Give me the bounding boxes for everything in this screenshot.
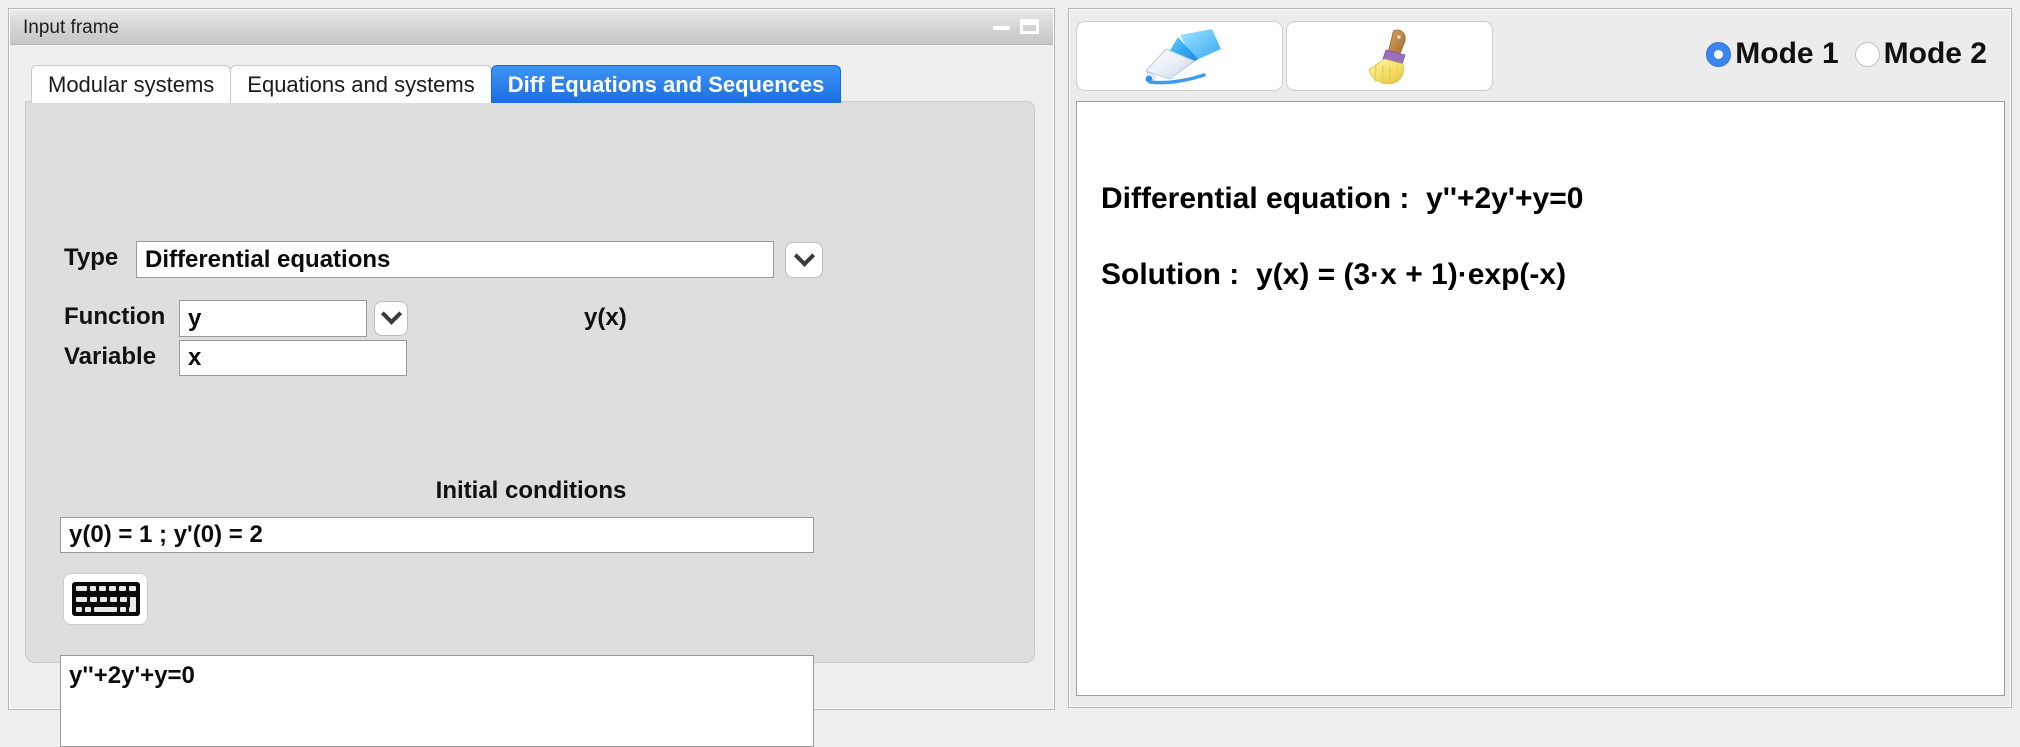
type-dropdown-button[interactable] — [785, 242, 823, 278]
type-label: Type — [64, 244, 119, 271]
chevron-down-icon — [380, 303, 402, 325]
initial-conditions-input[interactable]: y(0) = 1 ; y'(0) = 2 — [60, 517, 814, 553]
tab-modular-systems[interactable]: Modular systems — [31, 65, 232, 103]
tab-equations-and-systems[interactable]: Equations and systems — [230, 65, 492, 103]
output-line-solution: Solution : y(x) = (3·x + 1)·exp(-x) — [1101, 258, 1567, 291]
input-frame-titlebar: Input frame — [10, 10, 1053, 45]
function-input[interactable]: y — [179, 300, 367, 337]
function-display-label: y(x) — [584, 304, 627, 331]
chevron-down-icon — [793, 245, 815, 267]
output-line-equation: Differential equation : y''+2y'+y=0 — [1101, 182, 1584, 215]
variable-input[interactable]: x — [179, 340, 407, 376]
output-text-area: Differential equation : y''+2y'+y=0 Solu… — [1076, 101, 2005, 696]
virtual-keyboard-button[interactable] — [63, 573, 148, 625]
tab-strip: Modular systems Equations and systems Di… — [31, 65, 842, 103]
input-frame-window: Input frame Modular systems Equations an… — [8, 8, 1055, 747]
initial-conditions-title: Initial conditions — [435, 477, 627, 504]
window-title: Input frame — [23, 17, 120, 38]
maximize-icon[interactable] — [1020, 19, 1039, 34]
window-controls — [993, 19, 1039, 34]
mode-2-radio[interactable] — [1854, 41, 1880, 67]
minimize-icon[interactable] — [993, 19, 1010, 30]
mode-2-label[interactable]: Mode 2 — [1884, 37, 1987, 71]
function-dropdown-button[interactable] — [374, 301, 408, 336]
mode-radio-group: Mode 1 Mode 2 — [1706, 37, 2003, 71]
keyboard-icon — [71, 582, 140, 616]
type-input[interactable]: Differential equations — [136, 241, 774, 278]
broom-icon — [1368, 29, 1406, 85]
tab-diff-equations-and-sequences[interactable]: Diff Equations and Sequences — [490, 65, 842, 103]
pen-tool-button[interactable] — [1076, 21, 1283, 91]
app-root: Input frame Modular systems Equations an… — [0, 0, 2020, 747]
equation-textarea[interactable]: y''+2y'+y=0 — [60, 655, 814, 747]
variable-label: Variable — [64, 343, 157, 370]
function-label: Function — [64, 303, 166, 330]
tab-panel-diff-equations: Type Differential equations Function y y… — [25, 101, 1035, 747]
output-frame-window: Mode 1 Mode 2 Differential equation : y'… — [1068, 8, 2012, 708]
pen-icon — [1144, 29, 1221, 85]
mode-1-radio[interactable] — [1706, 41, 1732, 67]
clear-tool-button[interactable] — [1286, 21, 1493, 91]
mode-1-label[interactable]: Mode 1 — [1735, 37, 1838, 71]
